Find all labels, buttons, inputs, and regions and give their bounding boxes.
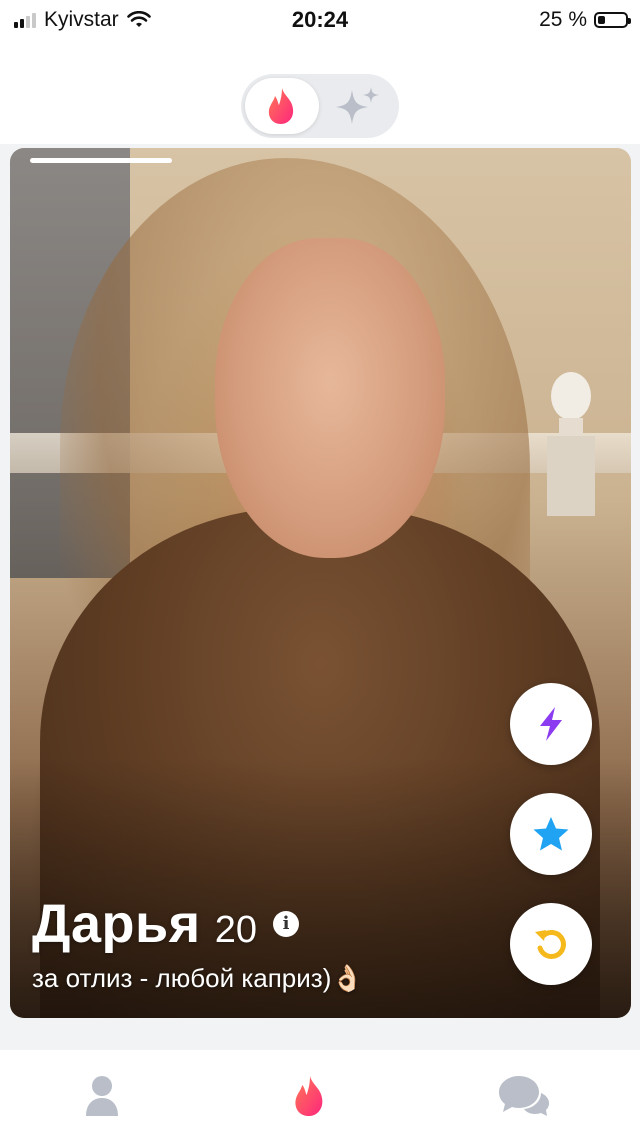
battery-icon	[594, 12, 631, 28]
flame-icon	[295, 1076, 323, 1116]
profile-name: Дарья	[32, 894, 201, 954]
nav-messages[interactable]	[494, 1070, 554, 1122]
mode-switch	[241, 74, 399, 138]
boost-button[interactable]	[510, 683, 592, 765]
rewind-button[interactable]	[510, 903, 592, 985]
name-row: Дарья 20 i	[32, 893, 364, 955]
tab-explore[interactable]	[325, 78, 391, 134]
bottom-nav	[0, 1050, 640, 1138]
rewind-icon	[535, 930, 566, 959]
profile-icon	[86, 1076, 118, 1116]
sparkle-icon	[336, 87, 379, 124]
status-bar: Kyivstar 20:24 25 %	[0, 0, 640, 40]
nav-swipe[interactable]	[280, 1070, 340, 1122]
super-like-star-icon	[533, 817, 569, 851]
profile-info[interactable]: Дарья 20 i за отлиз - любой каприз)👌🏻	[32, 893, 364, 994]
info-icon[interactable]: i	[272, 911, 299, 937]
battery-percent: 25 %	[539, 8, 587, 31]
super-like-button[interactable]	[510, 793, 592, 875]
profile-age: 20	[214, 909, 257, 951]
photo-decor	[547, 372, 595, 516]
nav-profile[interactable]	[72, 1070, 132, 1122]
photo-page-indicator	[30, 158, 172, 163]
profile-bio: за отлиз - любой каприз)👌🏻	[32, 963, 364, 993]
profile-card[interactable]: Дарья 20 i за отлиз - любой каприз)👌🏻	[10, 148, 631, 1018]
boost-bolt-icon	[540, 707, 562, 741]
flame-icon	[268, 88, 294, 124]
tab-swipe[interactable]	[245, 78, 319, 134]
chat-icon	[499, 1076, 549, 1116]
top-bar	[0, 40, 640, 144]
battery-group: 25 %	[539, 8, 631, 32]
